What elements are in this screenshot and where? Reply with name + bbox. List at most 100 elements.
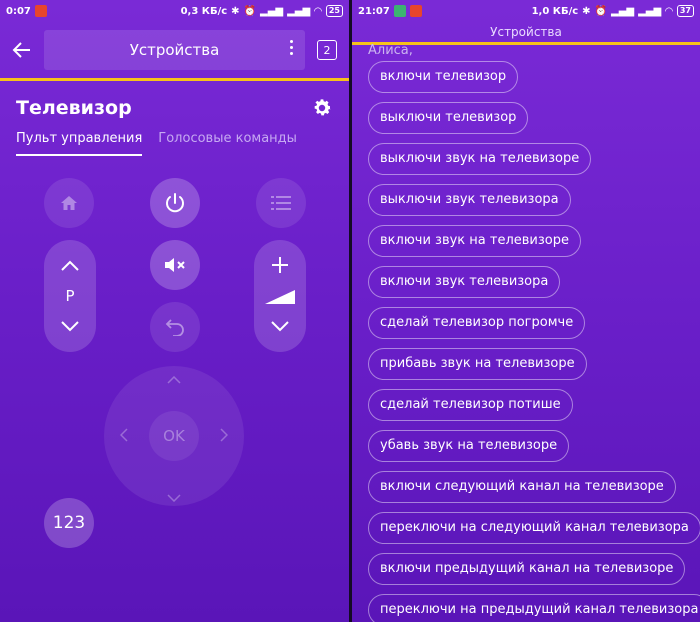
signal-icon: ▂▄▆ (611, 5, 635, 17)
list-item: прибавь звук на телевизоре (368, 348, 684, 389)
channel-label: P (65, 287, 75, 305)
list-item: включи предыдущий канал на телевизоре (368, 553, 686, 594)
signal-icon-2: ▂▄▆ (638, 5, 662, 17)
remote-control: P OK 123 (0, 156, 349, 616)
remote-screen: 0:07 0,3 КБ/с ✱ ⏰ ▂▄▆ ▂▄▆ ◠ 25 Устройств… (0, 0, 349, 622)
list-item: выключи телевизор (368, 102, 684, 143)
page-title: Устройства (129, 41, 220, 59)
wifi-icon: ◠ (665, 5, 673, 17)
volume-control (254, 240, 306, 352)
voice-command-chip[interactable]: включи следующий канал на телевизоре (368, 471, 676, 503)
gear-icon[interactable] (311, 97, 333, 119)
back-remote-button[interactable] (150, 302, 200, 352)
list-item: включи телевизор (368, 61, 684, 102)
volume-level (254, 284, 306, 310)
notification-icon (34, 5, 47, 17)
volume-icon (265, 290, 295, 304)
power-icon (166, 193, 184, 213)
numpad-button[interactable]: 123 (44, 498, 94, 548)
alarm-icon: ⏰ (243, 5, 256, 17)
list-item: выключи звук телевизора (368, 184, 684, 225)
dpad-down-button[interactable] (167, 490, 181, 506)
chevron-left-icon (119, 428, 128, 442)
chevron-down-icon (167, 494, 181, 503)
plus-icon (272, 257, 288, 273)
mute-icon (165, 258, 185, 272)
list-item: переключи на следующий канал телевизора (368, 512, 700, 553)
list-item: сделай телевизор погромче (368, 307, 684, 348)
status-time: 0:07 (6, 5, 31, 17)
menu-list-button[interactable] (256, 178, 306, 228)
chevron-down-icon (61, 321, 79, 332)
notification-icon (393, 5, 406, 17)
voice-command-chip[interactable]: переключи на предыдущий канал телевизора (368, 594, 700, 622)
status-bar: 21:07 1,0 КБ/с ✱ ⏰ ▂▄▆ ▂▄▆ ◠ 37 (352, 0, 700, 22)
voice-command-chip[interactable]: включи звук на телевизоре (368, 225, 581, 257)
volume-down-button[interactable] (254, 312, 306, 342)
dpad-up-button[interactable] (167, 372, 181, 388)
tab-bar: Пульт управления Голосовые команды (0, 119, 349, 156)
net-speed: 1,0 КБ/с (531, 5, 579, 17)
list-item: сделай телевизор потише (368, 389, 684, 430)
power-button[interactable] (150, 178, 200, 228)
voice-command-chip[interactable]: сделай телевизор погромче (368, 307, 586, 339)
arrow-left-icon (12, 42, 30, 58)
app-bar: Устройства 2 (0, 22, 349, 78)
voice-command-chip[interactable]: сделай телевизор потише (368, 389, 573, 421)
bluetooth-icon: ✱ (582, 5, 591, 17)
device-selector[interactable]: Устройства (44, 30, 305, 70)
ok-button[interactable]: OK (149, 411, 199, 461)
chevron-up-icon (61, 260, 79, 271)
mute-button[interactable] (150, 240, 200, 290)
voice-command-chip[interactable]: включи предыдущий канал на телевизоре (368, 553, 686, 585)
signal-icon: ▂▄▆ (260, 5, 284, 17)
home-button[interactable] (44, 178, 94, 228)
tabs-counter-button[interactable]: 2 (317, 40, 337, 60)
status-time: 21:07 (358, 5, 390, 17)
voice-command-chip[interactable]: прибавь звук на телевизоре (368, 348, 587, 380)
dpad: OK (104, 366, 244, 506)
tab-remote[interactable]: Пульт управления (16, 131, 143, 156)
list-item: включи звук на телевизоре (368, 225, 684, 266)
kebab-menu-icon[interactable] (290, 40, 293, 55)
menu-list-icon (271, 196, 291, 210)
back-button[interactable] (8, 36, 36, 64)
page-title: Устройства (490, 25, 562, 39)
dpad-right-button[interactable] (220, 428, 229, 446)
channel-control: P (44, 240, 96, 352)
voice-command-chip[interactable]: выключи звук телевизора (368, 184, 571, 216)
wifi-icon: ◠ (314, 5, 322, 17)
voice-command-chip[interactable]: включи телевизор (368, 61, 519, 93)
undo-icon (165, 319, 184, 336)
chevron-right-icon (220, 428, 229, 442)
signal-icon-2: ▂▄▆ (287, 5, 311, 17)
list-item: выключи звук на телевизоре (368, 143, 684, 184)
dpad-left-button[interactable] (119, 428, 128, 446)
voice-command-list: Алиса, включи телевизор выключи телевизор… (352, 43, 700, 622)
device-title: Телевизор (16, 97, 132, 119)
net-speed: 0,3 КБ/с (180, 5, 228, 17)
list-item: включи следующий канал на телевизоре (368, 471, 684, 512)
battery-icon: 25 (325, 5, 343, 17)
list-item: убавь звук на телевизоре (368, 430, 684, 471)
status-bar: 0:07 0,3 КБ/с ✱ ⏰ ▂▄▆ ▂▄▆ ◠ 25 (0, 0, 349, 22)
minus-icon (271, 321, 289, 332)
voice-command-chip[interactable]: включи звук телевизора (368, 266, 561, 298)
assistant-prefix: Алиса, (368, 43, 413, 58)
tab-voice-commands[interactable]: Голосовые команды (158, 131, 297, 156)
channel-up-button[interactable] (44, 250, 96, 280)
voice-commands-screen: 21:07 1,0 КБ/с ✱ ⏰ ▂▄▆ ▂▄▆ ◠ 37 Устройст… (352, 0, 700, 622)
home-icon (61, 196, 77, 210)
list-item: переключи на предыдущий канал телевизора (368, 594, 700, 622)
alarm-icon: ⏰ (594, 5, 607, 17)
voice-command-chip[interactable]: переключи на следующий канал телевизора (368, 512, 700, 544)
voice-command-chip[interactable]: выключи телевизор (368, 102, 529, 134)
notification-icon-2 (409, 5, 422, 17)
channel-down-button[interactable] (44, 312, 96, 342)
volume-up-button[interactable] (254, 250, 306, 280)
battery-icon: 37 (676, 5, 694, 17)
bluetooth-icon: ✱ (231, 5, 240, 17)
voice-command-chip[interactable]: убавь звук на телевизоре (368, 430, 570, 462)
command-chips: включи телевизор выключи телевизор выключи… (368, 61, 700, 622)
voice-command-chip[interactable]: выключи звук на телевизоре (368, 143, 592, 175)
